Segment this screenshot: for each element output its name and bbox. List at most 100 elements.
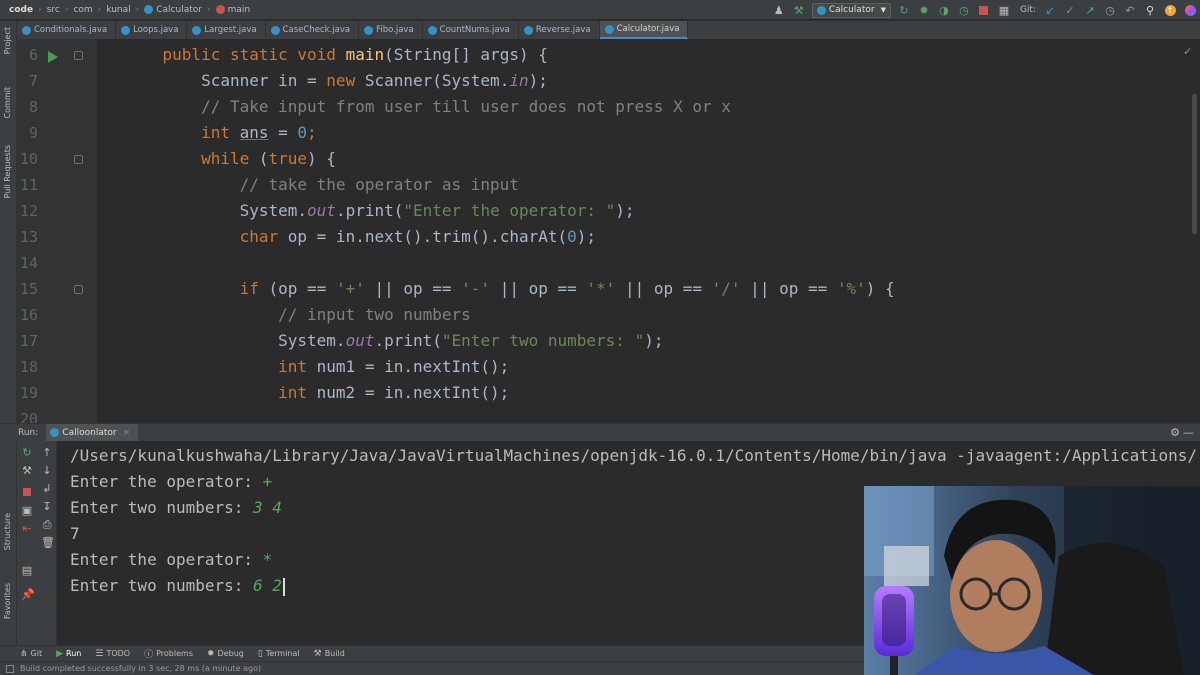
file-tab[interactable]: Loops.java [116,21,188,39]
code-token: ( [258,149,269,168]
jetbrains-logo-icon[interactable] [1182,2,1198,18]
console-line: Enter two numbers: 3 4 [70,495,282,521]
close-icon[interactable]: × [123,428,131,438]
console-output: /Users/kunalkushwaha/Library/Java/JavaVi… [70,446,1198,465]
file-tab[interactable]: Largest.java [187,21,266,39]
file-tab[interactable]: Calculator.java [599,21,689,39]
gear-icon[interactable]: ⚙ [1170,426,1180,439]
history-icon[interactable]: ◷ [1102,2,1118,18]
run-gutter-icon[interactable] [48,51,58,63]
scroll-up-icon[interactable]: ↑ [41,447,53,459]
search-icon[interactable]: ⚲ [1142,2,1158,18]
line-number: 8 [28,98,38,116]
inspection-ok-icon[interactable]: ✓ [1183,45,1194,58]
code-token: || op == [740,279,837,298]
pin-icon[interactable]: 📌 [21,589,35,601]
git-update-icon[interactable]: ↙ [1042,2,1058,18]
webcam-overlay [864,486,1200,675]
code-token: '/' [711,279,741,298]
debug-icon[interactable]: ✹ [916,2,932,18]
file-tab[interactable]: CountNums.java [423,21,519,39]
project-structure-icon[interactable]: ▦ [996,2,1012,18]
scroll-down-icon[interactable]: ↓ [41,465,53,477]
favorites-tool-window[interactable]: Favorites [3,583,12,619]
structure-tool-window[interactable]: Structure [3,513,12,550]
class-icon [50,428,60,437]
bug-icon: ✹ [206,648,215,659]
code-token: ) { [865,279,895,298]
code-text: int ans = 0; [124,120,317,146]
build-tool-tab[interactable]: ⚒ Build [314,649,345,659]
line-number: 12 [19,202,38,220]
class-icon [144,5,154,14]
stop-icon[interactable] [976,2,992,18]
soft-wrap-icon[interactable]: ↲ [41,483,53,495]
breadcrumb-item[interactable]: kunal [103,5,133,15]
minimize-icon[interactable]: — [1183,426,1194,439]
debug-tool-tab[interactable]: ✹ Debug [207,649,244,659]
profile-icon[interactable]: ◷ [956,2,972,18]
project-tool-window[interactable]: Project [3,27,12,54]
problems-tool-tab[interactable]: ⓘ Problems [144,647,193,660]
code-token: '-' [461,279,491,298]
camera-icon[interactable]: ▣ [21,505,33,517]
breadcrumb-separator: › [135,4,140,15]
rerun-icon[interactable]: ↻ [896,2,912,18]
code-line: 6 public static void main(String[] args)… [17,42,1200,68]
code-token: '%' [836,279,866,298]
code-line: 10 while (true) { [17,146,1200,172]
wrench-icon[interactable]: ⚒ [21,465,33,477]
exit-icon[interactable]: ⇤ [21,523,33,535]
git-commit-icon[interactable]: ✓ [1062,2,1078,18]
layout-icon[interactable]: ▤ [21,565,33,577]
fold-marker-icon[interactable] [74,285,83,294]
editor-scrollbar[interactable] [1192,94,1197,234]
rollback-icon[interactable]: ↶ [1122,2,1138,18]
code-editor[interactable]: 6 public static void main(String[] args)… [17,39,1200,423]
terminal-tool-tab[interactable]: ▯ Terminal [258,649,300,659]
file-tab[interactable]: CaseCheck.java [266,21,360,39]
code-text: // input two numbers [124,302,471,328]
git-push-icon[interactable]: ↗ [1082,2,1098,18]
status-icon [6,664,14,673]
breadcrumb-item[interactable]: src [44,5,63,15]
breadcrumb-item[interactable]: Calculator [141,5,205,15]
build-hammer-icon[interactable]: ⚒ [791,2,807,18]
rerun-icon[interactable]: ↻ [21,447,33,459]
terminal-icon: ▯ [257,648,263,659]
breadcrumb-item[interactable]: code [6,5,36,15]
file-tab-label: Calculator.java [616,24,680,34]
breadcrumb-item[interactable]: com [70,5,95,15]
coverage-icon[interactable]: ◑ [936,2,952,18]
breadcrumb-item[interactable]: main [213,5,254,15]
editor-tabs: Conditionals.java Loops.java Largest.java C… [17,21,1200,39]
todo-tool-label: TODO [106,649,131,658]
code-token: public static void [162,45,346,64]
code-token: Scanner in = [124,71,327,90]
ide-update-icon[interactable]: ↑ [1162,2,1178,18]
line-number: 13 [19,228,38,246]
code-line: 16 // input two numbers [17,302,1200,328]
trash-icon[interactable]: 🗑 [41,537,55,549]
git-tool-tab[interactable]: ⋔ Git [20,649,42,659]
file-tab-label: Reverse.java [535,25,591,35]
print-icon[interactable]: ⎙ [41,519,53,531]
fold-marker-icon[interactable] [74,155,83,164]
todo-tool-tab[interactable]: ☰ TODO [95,649,130,659]
code-line: 8 // Take input from user till user does… [17,94,1200,120]
run-tool-tab[interactable]: ▶ Run [56,649,81,659]
line-number: 15 [19,280,38,298]
stop-icon[interactable] [21,487,33,499]
code-token: (String[] args) { [384,45,548,64]
pull-requests-tool-window[interactable]: Pull Requests [3,145,12,198]
file-tab[interactable]: Conditionals.java [17,21,117,39]
run-configuration-select[interactable]: Calculator ▼ [811,2,891,18]
file-tab[interactable]: Fibo.java [359,21,423,39]
commit-tool-window[interactable]: Commit [3,87,12,118]
scroll-to-end-icon[interactable]: ↧ [41,501,53,513]
run-tab-calculator[interactable]: Calloonlator × [46,423,139,442]
fold-marker-icon[interactable] [74,51,83,60]
file-tab[interactable]: Reverse.java [519,21,600,39]
console-user-input: 3 4 [253,498,282,517]
account-icon[interactable]: ♟ [771,2,787,18]
